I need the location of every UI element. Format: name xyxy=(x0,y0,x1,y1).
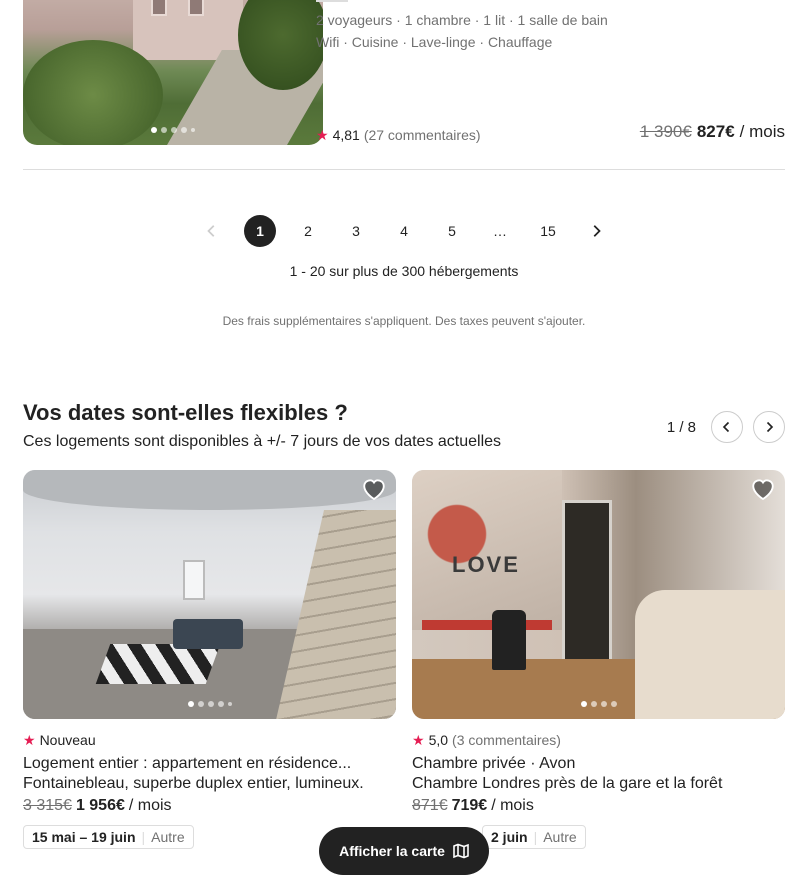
page-3-button[interactable]: 3 xyxy=(340,215,372,247)
listing-title: Logement entier : appartement en résiden… xyxy=(23,755,352,772)
date-other: Autre xyxy=(543,829,577,845)
results-summary: 1 - 20 sur plus de 300 hébergements xyxy=(289,263,519,279)
date-range: 2 juin xyxy=(491,829,528,845)
current-price: 719€ xyxy=(451,797,488,814)
photo-desk xyxy=(422,620,552,630)
listing-details: 2 voyageurs · 1 chambre · 1 lit · 1 sall… xyxy=(316,12,608,28)
carousel-counter: 1 / 8 xyxy=(666,418,696,436)
current-price: 1 956€ xyxy=(75,797,125,814)
section-subtitle: Ces logements sont disponibles à +/- 7 j… xyxy=(23,433,502,450)
star-icon: ★ xyxy=(412,732,425,748)
date-other: Autre xyxy=(151,829,185,845)
fees-note: Des frais supplémentaires s'appliquent. … xyxy=(222,314,586,328)
photo-carousel-dots xyxy=(151,127,195,133)
listing-photo[interactable] xyxy=(23,470,396,719)
listing-rating: ★ 5,0 (3 commentaires) xyxy=(412,731,785,749)
date-tag[interactable]: 15 mai – 19 juin | Autre xyxy=(23,825,194,849)
page-2-button[interactable]: 2 xyxy=(292,215,324,247)
listing-photo[interactable] xyxy=(23,0,323,145)
page-1-button[interactable]: 1 xyxy=(244,215,276,247)
rating-value: 5,0 xyxy=(428,732,449,748)
photo-carousel-dots xyxy=(580,701,617,707)
listing-price: 1 390€ 827€ / mois xyxy=(640,122,785,142)
rating-value: 4,81 xyxy=(332,127,360,143)
photo-carousel-dots xyxy=(187,701,232,707)
carousel-nav: 1 / 8 xyxy=(667,411,785,443)
listing-card[interactable]: ★ Nouveau Logement entier : appartement … xyxy=(23,470,396,849)
star-icon: ★ xyxy=(23,732,36,748)
price-period: / mois xyxy=(491,797,534,814)
photo-window xyxy=(188,0,204,16)
chevron-right-icon xyxy=(766,421,774,433)
photo-bush xyxy=(23,40,163,145)
map-icon xyxy=(453,843,469,859)
show-map-label: Afficher la carte xyxy=(339,843,445,859)
divider xyxy=(316,0,348,2)
new-badge: Nouveau xyxy=(39,732,96,748)
price-period: / mois xyxy=(128,797,172,814)
photo-window xyxy=(151,0,167,16)
page-15-button[interactable]: 15 xyxy=(532,215,564,247)
star-icon: ★ xyxy=(316,127,329,143)
price-period: / mois xyxy=(739,122,785,141)
photo-rug xyxy=(95,644,221,684)
listing-rating: ★ 4,81 (27 commentaires) xyxy=(316,127,481,143)
old-price: 1 390€ xyxy=(639,122,692,141)
heart-icon[interactable] xyxy=(751,478,775,502)
photo-mural-text: LOVE xyxy=(452,552,520,577)
listing-subtitle: Fontainebleau, superbe duplex entier, lu… xyxy=(23,775,364,792)
photo-ceiling xyxy=(23,470,396,510)
photo-stairs xyxy=(276,510,396,719)
carousel-next-button[interactable] xyxy=(753,411,785,443)
photo-sofa xyxy=(173,619,243,649)
page-ellipsis: … xyxy=(493,223,507,239)
old-price: 871€ xyxy=(412,797,448,814)
prev-page-button[interactable] xyxy=(196,215,228,247)
photo-mural xyxy=(412,470,562,630)
chevron-left-icon xyxy=(207,225,215,237)
page-4-button[interactable]: 4 xyxy=(388,215,420,247)
page-5-button[interactable]: 5 xyxy=(436,215,468,247)
next-page-button[interactable] xyxy=(580,215,612,247)
old-price: 3 315€ xyxy=(23,797,72,814)
current-price: 827€ xyxy=(696,122,735,141)
section-title: Vos dates sont-elles flexibles ? xyxy=(23,400,348,425)
listing-card[interactable]: LOVE ★ 5,0 (3 commentaires) Chambre priv… xyxy=(412,470,785,849)
chevron-right-icon xyxy=(593,225,601,237)
photo-chair xyxy=(492,610,526,670)
date-tag[interactable]: 2 juin | Autre xyxy=(482,825,586,849)
date-range: 15 mai – 19 juin xyxy=(32,829,136,845)
photo-bed xyxy=(635,590,785,719)
show-map-button[interactable]: Afficher la carte xyxy=(319,827,489,875)
listing-amenities: Wifi · Cuisine · Lave-linge · Chauffage xyxy=(316,34,553,50)
listing-rating: ★ Nouveau xyxy=(23,731,396,749)
review-count: (3 commentaires) xyxy=(452,732,561,748)
listing-price: 871€ 719€ / mois xyxy=(412,797,785,815)
listing-photo[interactable]: LOVE xyxy=(412,470,785,719)
review-count: (27 commentaires) xyxy=(363,127,481,143)
listing-price: 3 315€ 1 956€ / mois xyxy=(23,797,396,815)
heart-icon[interactable] xyxy=(362,478,386,502)
chevron-left-icon xyxy=(722,421,730,433)
listing-subtitle: Chambre Londres près de la gare et la fo… xyxy=(412,775,723,792)
listing-title: Chambre privée · Avon xyxy=(412,755,576,772)
carousel-prev-button[interactable] xyxy=(711,411,743,443)
pagination: 1 2 3 4 5 … 15 xyxy=(0,215,808,247)
photo-window xyxy=(183,560,205,600)
